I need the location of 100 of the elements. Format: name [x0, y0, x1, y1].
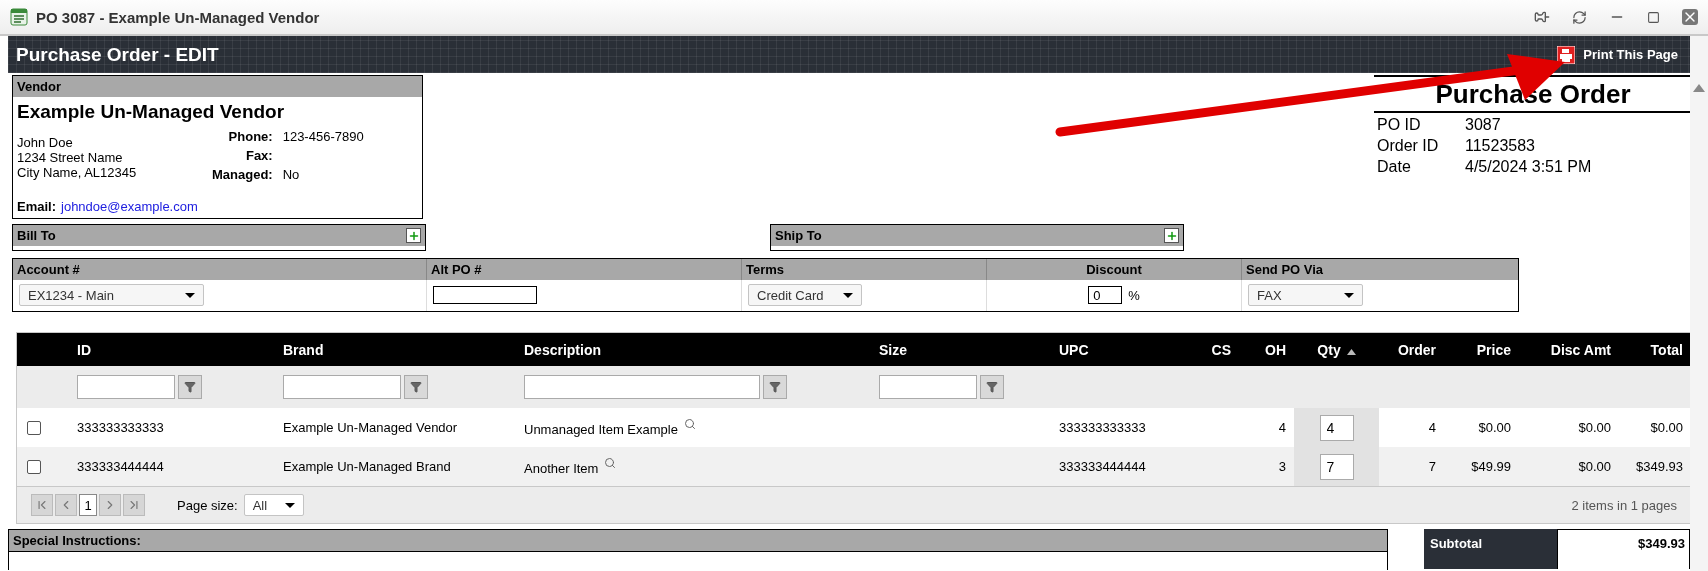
filter-icon: [410, 381, 422, 393]
field-value: 4/5/2024 3:51 PM: [1465, 158, 1593, 176]
page-number[interactable]: 1: [79, 494, 97, 516]
subtotal-label: Subtotal: [1424, 529, 1557, 569]
column-header[interactable]: Total: [1619, 333, 1691, 366]
quantity-field[interactable]: 7: [1319, 453, 1354, 480]
panel-heading: Special Instructions:: [9, 530, 1387, 552]
row-checkbox[interactable]: [27, 421, 41, 436]
column-header[interactable]: Size: [869, 333, 1049, 366]
table-cell: $0.00: [1444, 408, 1519, 447]
email-label: Email:: [17, 199, 56, 214]
column-header: Discount: [986, 259, 1241, 280]
panel-heading: Vendor: [13, 76, 422, 97]
filter-icon: [769, 381, 781, 393]
field-label: Managed:: [212, 167, 273, 182]
filter-field[interactable]: [524, 375, 760, 399]
filter-field[interactable]: [77, 375, 175, 399]
field-label: PO ID: [1377, 116, 1422, 134]
column-header[interactable]: OH: [1239, 333, 1294, 366]
table-cell: Example Un-Managed Brand: [273, 447, 514, 486]
add-icon[interactable]: [406, 228, 421, 243]
field-label: Order ID: [1377, 137, 1440, 155]
column-header[interactable]: UPC: [1049, 333, 1184, 366]
first-page-button[interactable]: [31, 494, 53, 516]
add-icon[interactable]: [1164, 228, 1179, 243]
table-cell: Unmanaged Item Example: [524, 422, 678, 437]
percent-label: %: [1128, 287, 1140, 303]
panel-heading: Ship To: [775, 228, 822, 243]
panel-heading: Bill To: [17, 228, 56, 243]
column-header: Terms: [741, 259, 986, 280]
field-label: Fax:: [244, 148, 273, 163]
filter-field[interactable]: [879, 375, 977, 399]
table-cell: $0.00: [1619, 408, 1691, 447]
email-link[interactable]: johndoe@example.com: [61, 199, 198, 214]
filter-button[interactable]: [404, 375, 428, 399]
discount-field[interactable]: 0: [1088, 286, 1123, 304]
search-icon[interactable]: [604, 457, 617, 469]
app-icon: [10, 8, 28, 26]
window-title: PO 3087 - Example Un-Managed Vendor: [36, 8, 320, 26]
table-cell: $49.99: [1444, 447, 1519, 486]
field-value: No: [282, 167, 301, 182]
alt-po-field[interactable]: [433, 286, 537, 304]
table-cell: 7: [1379, 447, 1444, 486]
filter-button[interactable]: [178, 375, 202, 399]
table-cell: $349.93: [1619, 447, 1691, 486]
field-value: 123-456-7890: [282, 129, 364, 144]
send-via-select[interactable]: FAX: [1248, 284, 1363, 306]
filter-button[interactable]: [763, 375, 787, 399]
field-label: Phone:: [227, 129, 273, 144]
field-label: Date: [1377, 158, 1412, 176]
column-header: Send PO Via: [1241, 259, 1518, 280]
field-value: 11523583: [1465, 137, 1536, 155]
sort-ascending-icon: [1346, 348, 1356, 355]
table-cell: 333333444444: [67, 447, 273, 486]
first-page-icon: [35, 498, 49, 512]
refresh-icon[interactable]: [1572, 9, 1587, 25]
address-line: John Doe: [17, 135, 74, 150]
pager-summary: 2 items in 1 pages: [1571, 497, 1677, 513]
address-line: City Name, AL12345: [17, 165, 138, 180]
filter-field[interactable]: [283, 375, 401, 399]
table-cell: Example Un-Managed Vendor: [273, 408, 514, 447]
last-page-icon: [127, 498, 141, 512]
column-header[interactable]: Qty: [1294, 333, 1379, 366]
table-cell: 3: [1239, 447, 1294, 486]
page-size-label: Page size:: [177, 497, 238, 513]
filter-icon: [184, 381, 196, 393]
page-size-select[interactable]: All: [243, 494, 304, 516]
pin-icon[interactable]: [1534, 9, 1550, 25]
last-page-button[interactable]: [123, 494, 145, 516]
row-checkbox[interactable]: [27, 460, 41, 475]
column-header[interactable]: ID: [67, 333, 273, 366]
column-header[interactable]: Order: [1379, 333, 1444, 366]
page-title: Purchase Order - EDIT: [16, 43, 219, 66]
column-header[interactable]: Brand: [273, 333, 514, 366]
column-header[interactable]: Price: [1444, 333, 1519, 366]
quantity-field[interactable]: 4: [1319, 414, 1354, 441]
account-select[interactable]: EX1234 - Main: [19, 284, 204, 306]
table-cell: 333333444444: [1049, 447, 1184, 486]
table-cell: Another Item: [524, 461, 599, 476]
field-value: 3087: [1465, 116, 1502, 134]
table-cell: 333333333333: [67, 408, 273, 447]
scroll-up-icon[interactable]: [1693, 84, 1705, 92]
column-header: Account #: [13, 259, 426, 280]
vendor-name: Example Un-Managed Vendor: [16, 100, 286, 124]
table-cell: $0.00: [1519, 447, 1619, 486]
table-cell: $0.00: [1519, 408, 1619, 447]
terms-select[interactable]: Credit Card: [748, 284, 862, 306]
table-cell: 333333333333: [1049, 408, 1184, 447]
printer-icon: [1557, 45, 1576, 64]
column-header[interactable]: CS: [1184, 333, 1239, 366]
column-header: Alt PO #: [426, 259, 741, 280]
maximize-icon[interactable]: [1647, 10, 1660, 24]
filter-button[interactable]: [980, 375, 1004, 399]
column-header[interactable]: Disc Amt: [1519, 333, 1619, 366]
filter-icon: [986, 381, 998, 393]
column-header[interactable]: Description: [514, 333, 869, 366]
print-button[interactable]: Print This Page: [1553, 45, 1682, 64]
search-icon[interactable]: [683, 418, 696, 430]
table-cell: 4: [1379, 408, 1444, 447]
close-icon[interactable]: [1682, 9, 1698, 25]
